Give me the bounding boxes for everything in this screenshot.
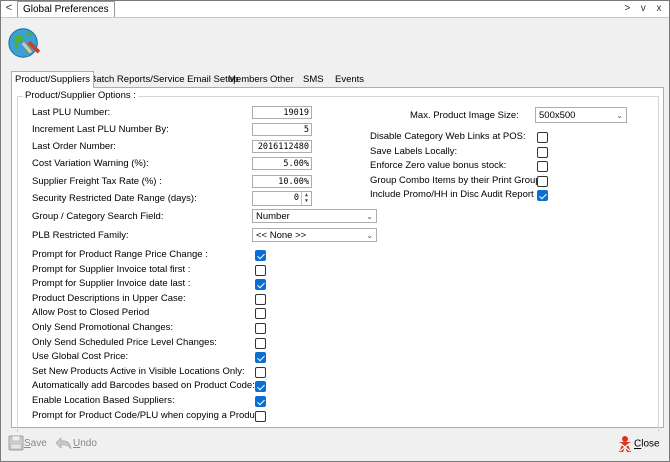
security-days-label: Security Restricted Date Range (days):	[32, 193, 197, 204]
bottom-toolbar: Save Undo Close	[1, 429, 669, 461]
right_checks-checkbox[interactable]	[537, 190, 548, 202]
right_checks-label: Group Combo Items by their Print Group	[370, 174, 541, 186]
image-size-value: 500x500	[539, 110, 576, 121]
last-plu-input[interactable]: 19019	[252, 106, 312, 119]
title-bar: < Global Preferences > v x	[1, 1, 669, 18]
right_checks-label: Enforce Zero value bonus stock:	[370, 160, 507, 172]
right_checks-label: Include Promo/HH in Disc Audit Report	[370, 189, 534, 201]
cost-variation-input[interactable]: 5.00%	[252, 157, 312, 170]
security-days-value: 0	[293, 193, 299, 203]
tab-members[interactable]: Members	[225, 73, 271, 87]
left_checks-checkbox[interactable]	[255, 337, 266, 349]
chevron-down-icon: ⌄	[616, 111, 623, 120]
left_checks-label: Only Send Scheduled Price Level Changes:	[32, 336, 217, 348]
freight-tax-input[interactable]: 10.00%	[252, 175, 312, 188]
group-title: Product/Supplier Options :	[23, 90, 138, 101]
left_checks-checkbox[interactable]	[255, 279, 266, 291]
cost-variation-label: Cost Variation Warning (%):	[32, 158, 149, 169]
left_checks-checkbox[interactable]	[255, 308, 266, 320]
chevron-down-icon: ⌄	[366, 231, 373, 240]
globe-tools-icon	[8, 28, 40, 58]
right_checks-checkbox[interactable]	[537, 132, 548, 143]
right_checks-checkbox[interactable]	[537, 161, 548, 173]
security-days-spinner[interactable]: 0 ▲ ▼	[252, 191, 312, 206]
image-size-select[interactable]: 500x500 ⌄	[535, 107, 627, 123]
left_checks-checkbox[interactable]	[255, 323, 266, 334]
save-button[interactable]: Save	[8, 435, 47, 453]
window-title-tab[interactable]: Global Preferences	[17, 1, 115, 17]
tab-product-suppliers[interactable]: Product/Suppliers	[11, 71, 94, 88]
left_checks-label: Use Global Cost Price:	[32, 351, 129, 363]
tab-sms[interactable]: SMS	[300, 73, 327, 87]
image-size-label: Max. Product Image Size:	[410, 110, 519, 121]
increment-plu-input[interactable]: 5	[252, 123, 312, 136]
plb-family-value: << None >>	[256, 230, 307, 241]
undo-button[interactable]: Undo	[55, 435, 97, 453]
close-label: lose	[641, 438, 660, 450]
increment-plu-label: Increment Last PLU Number By:	[32, 124, 169, 135]
save-hotkey: S	[24, 438, 31, 449]
left_checks-label: Prompt for Product Code/PLU when copying…	[32, 409, 263, 421]
window-list-button[interactable]: v	[637, 2, 649, 15]
left_checks-label: Product Descriptions in Upper Case:	[32, 292, 186, 304]
plb-family-label: PLB Restricted Family:	[32, 230, 129, 241]
left_checks-checkbox[interactable]	[255, 396, 266, 407]
chevron-down-icon: ⌄	[366, 212, 373, 221]
next-window-button[interactable]: >	[621, 2, 633, 15]
left_checks-checkbox[interactable]	[255, 381, 266, 393]
close-figure-icon	[619, 436, 631, 452]
left_checks-label: Enable Location Based Suppliers:	[32, 395, 175, 406]
left_checks-label: Allow Post to Closed Period	[32, 307, 150, 319]
left_checks-checkbox[interactable]	[255, 352, 266, 364]
product-suppliers-panel: Product/Supplier Options : Last PLU Numb…	[11, 87, 664, 432]
left_checks-label: Prompt for Product Range Price Change :	[32, 249, 208, 260]
left_checks-label: Set New Products Active in Visible Locat…	[32, 365, 245, 377]
save-label: ave	[30, 438, 47, 449]
left_checks-label: Prompt for Supplier Invoice date last :	[32, 278, 191, 290]
left_checks-label: Prompt for Supplier Invoice total first …	[32, 263, 191, 275]
right_checks-checkbox[interactable]	[537, 175, 548, 187]
last-plu-label: Last PLU Number:	[32, 107, 111, 118]
last-order-label: Last Order Number:	[32, 141, 116, 152]
window-controls: > v x	[620, 2, 665, 15]
freight-tax-label: Supplier Freight Tax Rate (%) :	[32, 176, 162, 187]
left_checks-checkbox[interactable]	[255, 250, 266, 261]
search-field-label: Group / Category Search Field:	[32, 211, 164, 222]
search-field-select[interactable]: Number ⌄	[252, 209, 377, 223]
global-preferences-window: < Global Preferences > v x Product/Suppl…	[0, 0, 670, 462]
plb-family-select[interactable]: << None >> ⌄	[252, 228, 377, 242]
search-field-value: Number	[256, 211, 290, 222]
spinner-arrows[interactable]: ▲ ▼	[301, 192, 311, 205]
close-button[interactable]: Close	[616, 435, 660, 453]
last-order-input[interactable]: 2016112480	[252, 140, 312, 153]
tab-batch-reports[interactable]: Batch Reports/Service Email Setup	[87, 73, 241, 87]
left_checks-checkbox[interactable]	[255, 264, 266, 276]
undo-label: ndo	[80, 438, 97, 449]
left_checks-label: Automatically add Barcodes based on Prod…	[32, 380, 255, 392]
tab-events[interactable]: Events	[332, 73, 367, 87]
left_checks-checkbox[interactable]	[255, 410, 266, 422]
tab-other[interactable]: Other	[267, 73, 297, 87]
undo-arrow-icon	[55, 437, 72, 450]
product-supplier-options-group: Product/Supplier Options : Last PLU Numb…	[17, 90, 659, 432]
left_checks-checkbox[interactable]	[255, 366, 266, 378]
left_checks-checkbox[interactable]	[255, 293, 266, 305]
left_checks-label: Only Send Promotional Changes:	[32, 322, 173, 333]
right_checks-label: Save Labels Locally:	[370, 145, 458, 157]
right_checks-checkbox[interactable]	[537, 146, 548, 158]
right_checks-label: Disable Category Web Links at POS:	[370, 131, 526, 142]
floppy-disk-icon	[8, 435, 24, 451]
close-window-button[interactable]: x	[653, 2, 665, 15]
back-button[interactable]: <	[3, 2, 15, 15]
